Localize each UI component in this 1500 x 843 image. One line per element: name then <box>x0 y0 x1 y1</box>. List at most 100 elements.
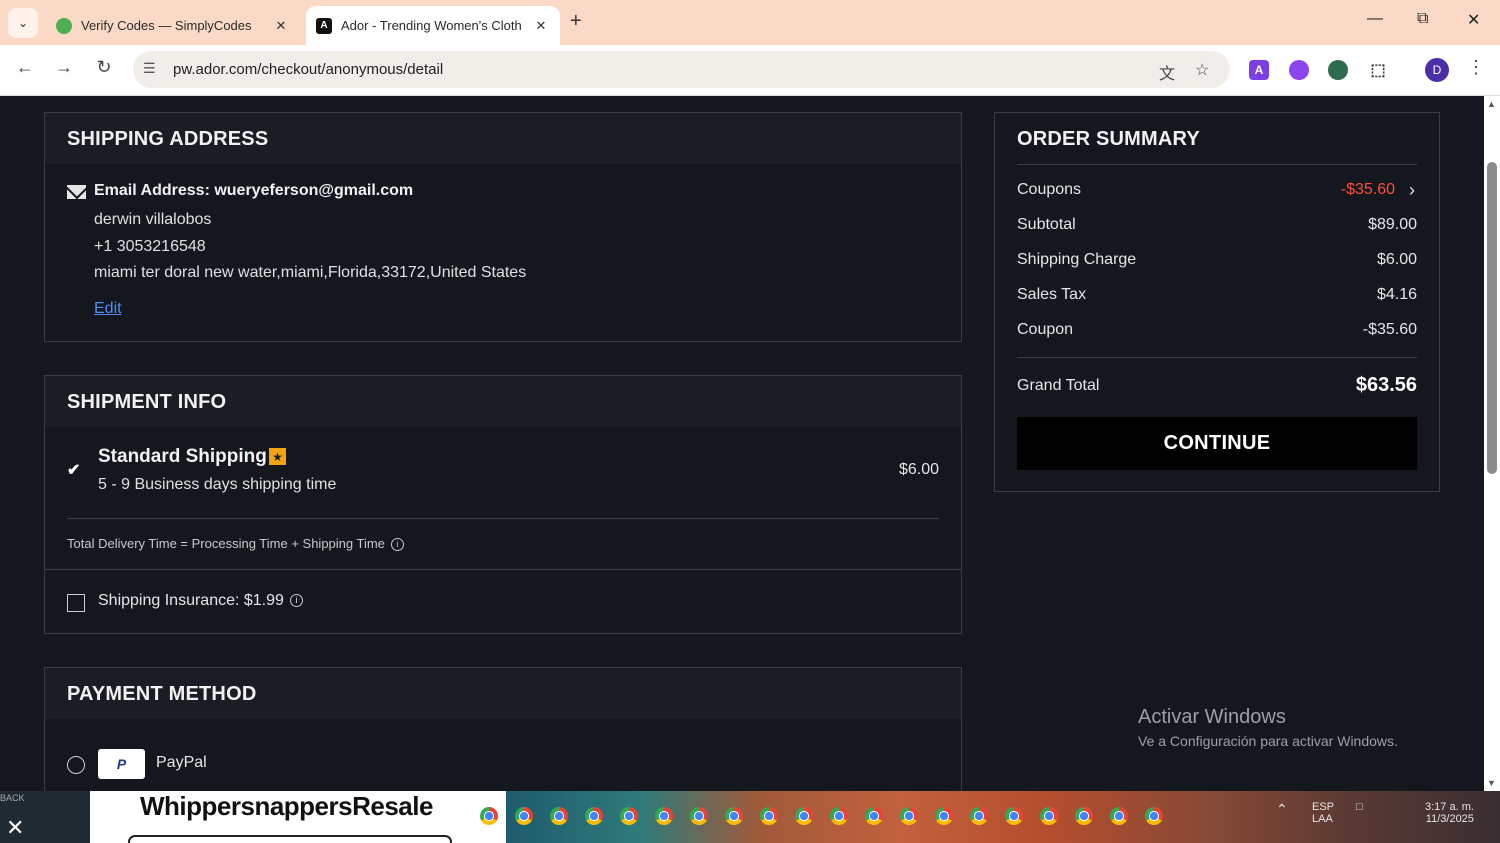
new-tab-button[interactable]: + <box>570 10 582 33</box>
page-scrollbar[interactable]: ▲ ▼ <box>1484 96 1500 791</box>
recipient-address: miami ter doral new water,miami,Florida,… <box>94 264 527 281</box>
summary-value: $4.16 <box>1376 286 1417 303</box>
chrome-icon[interactable] <box>1040 807 1058 825</box>
site-info-icon[interactable]: ☰ <box>143 60 156 77</box>
chrome-icon[interactable] <box>830 807 848 825</box>
recipient-phone: +1 3053216548 <box>94 238 206 255</box>
summary-value: -$35.60 <box>1362 321 1417 338</box>
delivery-time-note: Total Delivery Time = Processing Time + … <box>67 536 404 552</box>
summary-value: $89.00 <box>1368 216 1417 233</box>
bookmark-star-icon[interactable]: ☆ <box>1195 60 1209 80</box>
check-icon[interactable]: ✔ <box>67 460 80 480</box>
browser-toolbar: ← → ↻ ☰ pw.ador.com/checkout/anonymous/d… <box>0 45 1500 96</box>
taskbar-back-text: BACK <box>0 793 25 803</box>
ador-icon: A <box>316 17 332 34</box>
payment-method-title: PAYMENT METHOD <box>67 683 257 705</box>
shipping-insurance-checkbox[interactable] <box>67 594 85 612</box>
summary-row-subtotal: Subtotal $89.00 <box>1017 216 1417 238</box>
address-bar[interactable]: ☰ pw.ador.com/checkout/anonymous/detail … <box>133 51 1230 88</box>
paypal-label[interactable]: PayPal <box>156 754 207 772</box>
summary-row-coupon: Coupon -$35.60 <box>1017 321 1417 343</box>
shipping-address-panel: SHIPPING ADDRESS Email Address: wueryefe… <box>44 112 962 342</box>
chrome-icon[interactable] <box>795 807 813 825</box>
info-icon[interactable]: i <box>390 538 404 552</box>
panel-header: ORDER SUMMARY <box>995 113 1439 164</box>
continue-button[interactable]: CONTINUE <box>1017 417 1417 470</box>
spy-extension-icon[interactable] <box>1328 60 1348 80</box>
shipping-method-time: 5 - 9 Business days shipping time <box>98 476 337 493</box>
close-icon[interactable]: ✕ <box>532 18 550 34</box>
reload-icon[interactable]: ↻ <box>92 57 116 78</box>
panel-header: SHIPMENT INFO <box>45 376 961 427</box>
star-badge-icon: ★ <box>269 448 286 465</box>
summary-row-sales-tax: Sales Tax $4.16 <box>1017 286 1417 308</box>
chrome-icon[interactable] <box>585 807 603 825</box>
watermark-title: Activar Windows <box>1138 706 1286 728</box>
chrome-icon[interactable] <box>550 807 568 825</box>
info-icon[interactable]: i <box>289 594 303 608</box>
chrome-icon[interactable] <box>1005 807 1023 825</box>
tab-title: Verify Codes — SimplyCodes <box>81 18 252 33</box>
shipping-insurance-label: Shipping Insurance: $1.99 i <box>98 592 303 610</box>
summary-row-coupons[interactable]: Coupons -$35.60 › <box>1017 180 1417 203</box>
tab-search-button[interactable]: ⌄ <box>8 8 38 38</box>
chrome-icon[interactable] <box>900 807 918 825</box>
back-icon[interactable]: ← <box>13 57 37 78</box>
chrome-icon[interactable] <box>970 807 988 825</box>
divider <box>1017 357 1417 358</box>
chrome-icon[interactable] <box>865 807 883 825</box>
chevron-down-icon: ⌄ <box>17 16 29 30</box>
order-summary-title: ORDER SUMMARY <box>1017 128 1200 150</box>
chrome-icon[interactable] <box>935 807 953 825</box>
extension-icon[interactable] <box>1289 60 1309 80</box>
chrome-icon[interactable] <box>760 807 778 825</box>
scroll-thumb[interactable] <box>1487 162 1497 474</box>
delivery-time-text: Total Delivery Time = Processing Time + … <box>67 536 385 551</box>
chrome-icon[interactable] <box>1075 807 1093 825</box>
close-icon[interactable]: ✕ <box>6 815 24 841</box>
tab-simplycodes[interactable]: Verify Codes — SimplyCodes ✕ <box>46 6 300 45</box>
kebab-menu-icon[interactable]: ⋮ <box>1464 57 1488 78</box>
tray-date: 11/3/2025 <box>1425 813 1474 825</box>
minimize-icon[interactable]: — <box>1367 10 1383 28</box>
ad-banner-text[interactable]: WhippersnappersResale <box>140 791 433 822</box>
restore-icon[interactable]: ⧉ <box>1417 10 1428 28</box>
grand-total-value: $63.56 <box>1355 374 1417 396</box>
shipping-method-price: $6.00 <box>898 461 939 478</box>
tray-chevron-up-icon[interactable]: ⌃ <box>1276 801 1288 818</box>
chrome-icon[interactable] <box>690 807 708 825</box>
tab-ador[interactable]: A Ador - Trending Women's Cloth ✕ <box>306 6 560 45</box>
forward-icon[interactable]: → <box>52 57 76 78</box>
network-icon[interactable]: □ <box>1356 801 1363 813</box>
edit-address-link[interactable]: Edit <box>94 300 122 318</box>
shipping-address-title: SHIPPING ADDRESS <box>67 128 269 150</box>
extensions-puzzle-icon[interactable]: ⬚ <box>1368 60 1388 80</box>
chrome-icon[interactable] <box>1110 807 1128 825</box>
url-text[interactable]: pw.ador.com/checkout/anonymous/detail <box>173 61 443 78</box>
ad-button-outline[interactable] <box>128 835 452 843</box>
panel-header: SHIPPING ADDRESS <box>45 113 961 164</box>
paypal-radio[interactable] <box>67 756 85 774</box>
profile-avatar[interactable]: D <box>1425 58 1449 82</box>
tab-title: Ador - Trending Women's Cloth <box>341 18 522 33</box>
chrome-icon[interactable] <box>725 807 743 825</box>
scroll-up-icon[interactable]: ▲ <box>1487 99 1496 109</box>
chrome-icon[interactable] <box>620 807 638 825</box>
chrome-icon[interactable] <box>480 807 498 825</box>
close-icon[interactable]: ✕ <box>272 18 290 34</box>
grand-total-row: Grand Total $63.56 <box>1017 374 1417 399</box>
chrome-icon[interactable] <box>1145 807 1163 825</box>
chrome-icon[interactable] <box>655 807 673 825</box>
scroll-down-icon[interactable]: ▼ <box>1487 778 1496 788</box>
window-close-icon[interactable]: ✕ <box>1467 10 1480 30</box>
paypal-logo-icon: P <box>98 749 145 779</box>
windows-taskbar: BACK ✕ WhippersnappersResale ⌃ ESP LAA □… <box>0 791 1500 843</box>
email-address: Email Address: wueryeferson@gmail.com <box>94 182 414 199</box>
chevron-right-icon[interactable]: › <box>1409 180 1415 201</box>
chrome-icon[interactable] <box>515 807 533 825</box>
tray-clock[interactable]: 3:17 a. m. 11/3/2025 <box>1425 801 1474 825</box>
translate-icon[interactable]: 文 <box>1159 60 1175 84</box>
shipping-method-name[interactable]: Standard Shipping <box>98 446 267 468</box>
language-indicator[interactable]: ESP LAA <box>1312 801 1342 825</box>
ador-extension-icon[interactable]: A <box>1249 60 1269 80</box>
